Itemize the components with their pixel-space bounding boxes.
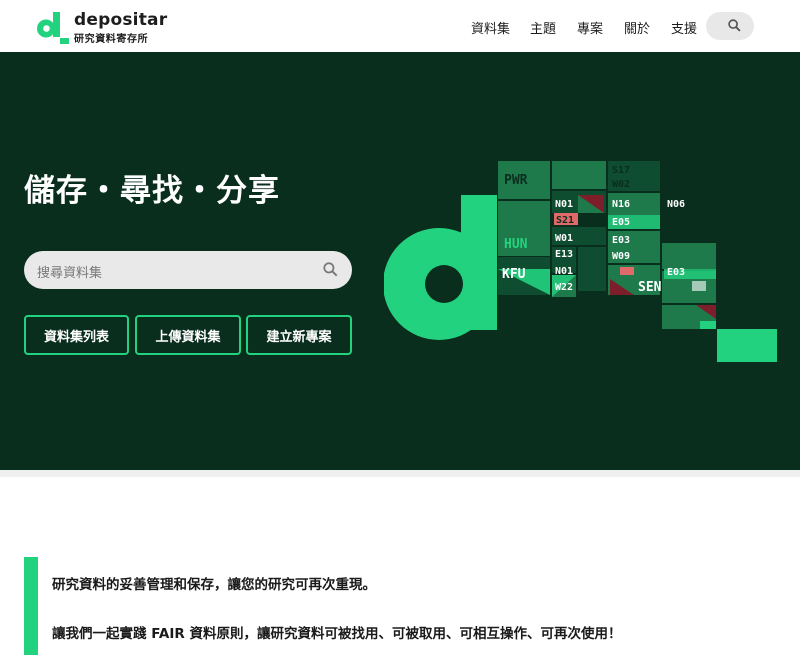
mission-statement: 研究資料的妥善管理和保存，讓您的研究可再次重現。 讓我們一起實踐 FAIR 資料…: [24, 557, 724, 655]
nav-item-datasets[interactable]: 資料集: [471, 18, 510, 37]
map-label: N06: [667, 199, 685, 210]
mission-line-2: 讓我們一起實踐 FAIR 資料原則，讓研究資料可被找用、可被取用、可相互操作、可…: [52, 626, 622, 642]
map-label: E05: [612, 217, 630, 228]
brand-name: depositar: [74, 10, 168, 30]
search-icon[interactable]: [323, 262, 338, 277]
upload-dataset-button[interactable]: 上傳資料集: [135, 315, 241, 355]
mission-accent-bar: [24, 557, 38, 655]
site-header: depositar 研究資料寄存所 資料集 主題 專案 關於 支援: [0, 0, 800, 52]
map-label: W09: [612, 251, 630, 262]
map-label: HUN: [504, 237, 528, 252]
dataset-list-button[interactable]: 資料集列表: [24, 315, 129, 355]
search-icon: [728, 19, 741, 32]
hero-search-input[interactable]: 搜尋資料集: [24, 251, 352, 289]
nav-item-support[interactable]: 支援: [671, 18, 697, 37]
map-label: N16: [612, 199, 630, 210]
map-label: E13: [555, 249, 573, 260]
map-label: E03: [667, 267, 685, 278]
map-label: W22: [555, 282, 573, 293]
hero-banner: 儲存・尋找・分享 搜尋資料集 資料集列表 上傳資料集 建立新專案 PWR S17…: [0, 52, 800, 470]
depositar-logo-icon: [37, 12, 69, 44]
nav-item-projects[interactable]: 專案: [577, 18, 603, 37]
map-label: PWR: [504, 173, 528, 188]
map-label: KFU: [502, 267, 526, 282]
search-placeholder: 搜尋資料集: [37, 266, 103, 281]
map-label: N01: [555, 199, 573, 210]
map-label: N01: [555, 266, 573, 277]
map-label: SEN: [638, 280, 662, 295]
mission-line-1: 研究資料的妥善管理和保存，讓您的研究可再次重現。: [52, 577, 376, 593]
hero-title: 儲存・尋找・分享: [24, 173, 280, 209]
section-divider: [0, 470, 800, 477]
site-logo[interactable]: depositar 研究資料寄存所: [34, 9, 174, 45]
create-project-button[interactable]: 建立新專案: [246, 315, 352, 355]
map-label: W01: [555, 233, 573, 244]
brand-subtitle: 研究資料寄存所: [74, 34, 149, 45]
header-search-button[interactable]: [706, 12, 754, 40]
map-label: S17: [612, 165, 630, 176]
nav-item-about[interactable]: 關於: [624, 18, 650, 37]
map-label: E03: [612, 235, 630, 246]
hero-illustration: PWR S17 W02 N01 N16 N06 S21 E05 HUN W01 …: [384, 161, 777, 362]
nav-item-topics[interactable]: 主題: [530, 18, 556, 37]
map-label: W02: [612, 179, 630, 190]
map-label: S21: [556, 215, 574, 226]
